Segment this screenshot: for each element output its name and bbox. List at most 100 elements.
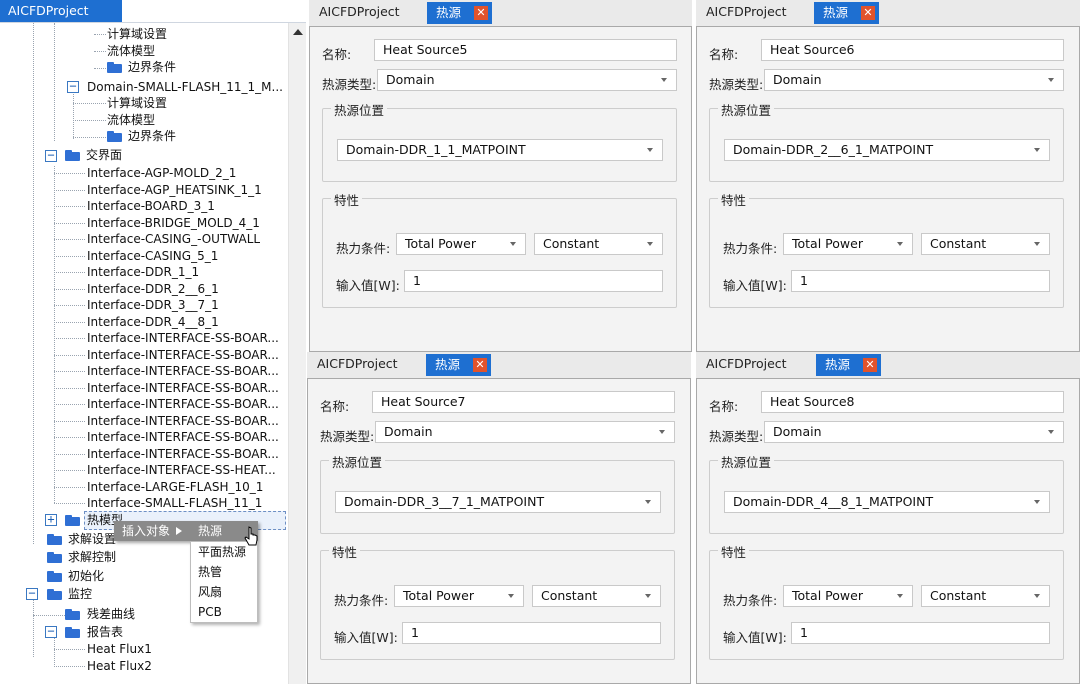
- tree-item-interface[interactable]: Interface-BOARD_3_1: [87, 198, 215, 214]
- panel-project-title[interactable]: AICFDProject: [319, 4, 400, 19]
- thermal-condition-select[interactable]: Total Power: [783, 585, 913, 607]
- tab-heat-source[interactable]: 热源 ✕: [816, 354, 881, 376]
- panel-project-title[interactable]: AICFDProject: [706, 356, 787, 371]
- thermal-condition-select[interactable]: Total Power: [396, 233, 526, 255]
- tree-item-monitor[interactable]: 监控: [68, 586, 92, 602]
- tree-header-tab[interactable]: AICFDProject: [0, 0, 122, 22]
- condition-mode-select[interactable]: Constant: [921, 233, 1050, 255]
- tree-item-interface[interactable]: Interface-AGP_HEATSINK_1_1: [87, 182, 262, 198]
- condition-mode-select[interactable]: Constant: [532, 585, 661, 607]
- tree-item-heat-flux[interactable]: Heat Flux2: [87, 658, 152, 674]
- tree-item-interfaces[interactable]: 交界面: [86, 147, 122, 163]
- location-select[interactable]: Domain-DDR_1_1_MATPOINT: [337, 139, 663, 161]
- tree-item-residual-curve[interactable]: 残差曲线: [87, 606, 135, 622]
- heat-source-panel: AICFDProject 热源 ✕ 名称: Heat Source5 热源类型:…: [309, 0, 692, 352]
- tree-item-interface[interactable]: Interface-INTERFACE-SS-BOAR...: [87, 330, 279, 346]
- collapse-icon[interactable]: −: [67, 80, 79, 93]
- name-field[interactable]: Heat Source5: [374, 39, 677, 61]
- expand-icon[interactable]: +: [45, 513, 57, 526]
- tab-heat-source[interactable]: 热源 ✕: [814, 2, 879, 24]
- location-value: Domain-DDR_3__7_1_MATPOINT: [344, 494, 545, 509]
- menu-item-heat-pipe[interactable]: 热管: [198, 563, 222, 581]
- thermal-condition-select[interactable]: Total Power: [394, 585, 524, 607]
- tree-item-interface[interactable]: Interface-BRIDGE_MOLD_4_1: [87, 215, 260, 231]
- tree-item-solver-control[interactable]: 求解控制: [68, 549, 116, 565]
- tree-item-solver-settings[interactable]: 求解设置: [68, 531, 116, 547]
- tree-item-fluid-model[interactable]: 流体模型: [107, 112, 155, 128]
- menu-item-pcb[interactable]: PCB: [198, 603, 222, 621]
- input-value-field[interactable]: 1: [791, 622, 1050, 644]
- name-field[interactable]: Heat Source7: [372, 391, 675, 413]
- tree-item-interface[interactable]: Interface-INTERFACE-SS-BOAR...: [87, 347, 279, 363]
- menu-item-fan[interactable]: 风扇: [198, 583, 222, 601]
- heat-source-type-select[interactable]: Domain: [764, 421, 1064, 443]
- chevron-down-icon: [1034, 242, 1040, 246]
- tab-heat-source[interactable]: 热源 ✕: [427, 2, 492, 24]
- close-icon[interactable]: ✕: [473, 358, 487, 372]
- context-menu: 插入对象 热源: [114, 521, 258, 541]
- name-field[interactable]: Heat Source6: [761, 39, 1064, 61]
- tree-item-interface[interactable]: Interface-DDR_3__7_1: [87, 297, 219, 313]
- tree-item-boundary-conditions[interactable]: 边界条件: [128, 128, 176, 144]
- location-select[interactable]: Domain-DDR_3__7_1_MATPOINT: [335, 491, 661, 513]
- folder-icon: [107, 62, 122, 73]
- menu-item-plane-heat-source[interactable]: 平面热源: [198, 543, 246, 561]
- tree-item-interface[interactable]: Interface-CASING_5_1: [87, 248, 218, 264]
- tree-item-interface[interactable]: Interface-INTERFACE-SS-BOAR...: [87, 413, 279, 429]
- tree-item-interface[interactable]: Interface-INTERFACE-SS-BOAR...: [87, 363, 279, 379]
- tree-guide: [54, 173, 85, 174]
- property-group-title: 特性: [329, 542, 361, 561]
- close-icon[interactable]: ✕: [863, 358, 877, 372]
- tree-item-interface[interactable]: Interface-INTERFACE-SS-BOAR...: [87, 446, 279, 462]
- tree-item-domain-small-flash[interactable]: Domain-SMALL-FLASH_11_1_M...: [87, 79, 283, 95]
- tree-item-interface[interactable]: Interface-SMALL-FLASH_11_1: [87, 495, 262, 511]
- tree-item-fluid-model[interactable]: 流体模型: [107, 43, 155, 59]
- collapse-icon[interactable]: −: [26, 587, 38, 600]
- property-group-title: 特性: [331, 190, 363, 209]
- tree-item-interface[interactable]: Interface-AGP-MOLD_2_1: [87, 165, 236, 181]
- condition-mode-select[interactable]: Constant: [534, 233, 663, 255]
- collapse-icon[interactable]: −: [45, 149, 57, 162]
- submenu-arrow-icon: [176, 527, 182, 535]
- tree-item-interface[interactable]: Interface-INTERFACE-SS-BOAR...: [87, 380, 279, 396]
- condition-mode-value: Constant: [541, 588, 598, 603]
- tree-item-interface[interactable]: Interface-CASING_-OUTWALL: [87, 231, 260, 247]
- chevron-down-icon: [508, 594, 514, 598]
- tree-item-interface[interactable]: Interface-LARGE-FLASH_10_1: [87, 479, 263, 495]
- tree-item-interface[interactable]: Interface-INTERFACE-SS-BOAR...: [87, 429, 279, 445]
- name-field[interactable]: Heat Source8: [761, 391, 1064, 413]
- tree-item-compute-domain[interactable]: 计算域设置: [107, 95, 167, 111]
- tab-heat-source[interactable]: 热源 ✕: [426, 354, 491, 376]
- tree-item-boundary-conditions[interactable]: 边界条件: [128, 59, 176, 75]
- location-group-title: 热源位置: [718, 100, 775, 119]
- tree-item-interface[interactable]: Interface-DDR_4__8_1: [87, 314, 219, 330]
- tree-scrollbar[interactable]: [288, 23, 306, 684]
- tree-item-interface[interactable]: Interface-INTERFACE-SS-HEAT...: [87, 462, 276, 478]
- menu-item-heat-source[interactable]: 热源: [198, 521, 222, 541]
- close-icon[interactable]: ✕: [474, 6, 488, 20]
- tree-item-interface[interactable]: Interface-DDR_1_1: [87, 264, 199, 280]
- tree-item-compute-domain[interactable]: 计算域设置: [107, 26, 167, 42]
- thermal-condition-select[interactable]: Total Power: [783, 233, 913, 255]
- input-value-field[interactable]: 1: [402, 622, 661, 644]
- location-select[interactable]: Domain-DDR_4__8_1_MATPOINT: [724, 491, 1050, 513]
- panel-project-title[interactable]: AICFDProject: [706, 4, 787, 19]
- input-value-field[interactable]: 1: [404, 270, 663, 292]
- close-icon[interactable]: ✕: [861, 6, 875, 20]
- location-select[interactable]: Domain-DDR_2__6_1_MATPOINT: [724, 139, 1050, 161]
- tree-item-initialization[interactable]: 初始化: [68, 568, 104, 584]
- tree-item-interface[interactable]: Interface-DDR_2__6_1: [87, 281, 219, 297]
- input-value-field[interactable]: 1: [791, 270, 1050, 292]
- tree-guide: [54, 421, 85, 422]
- heat-source-type-select[interactable]: Domain: [377, 69, 677, 91]
- scroll-up-icon[interactable]: [293, 29, 303, 35]
- menu-item-insert-object[interactable]: 插入对象: [122, 521, 170, 541]
- tree-item-interface[interactable]: Interface-INTERFACE-SS-BOAR...: [87, 396, 279, 412]
- tree-item-report-table[interactable]: 报告表: [87, 624, 123, 640]
- heat-source-type-select[interactable]: Domain: [764, 69, 1064, 91]
- panel-project-title[interactable]: AICFDProject: [317, 356, 398, 371]
- collapse-icon[interactable]: −: [45, 625, 57, 638]
- tree-item-heat-flux[interactable]: Heat Flux1: [87, 641, 152, 657]
- condition-mode-select[interactable]: Constant: [921, 585, 1050, 607]
- heat-source-type-select[interactable]: Domain: [375, 421, 675, 443]
